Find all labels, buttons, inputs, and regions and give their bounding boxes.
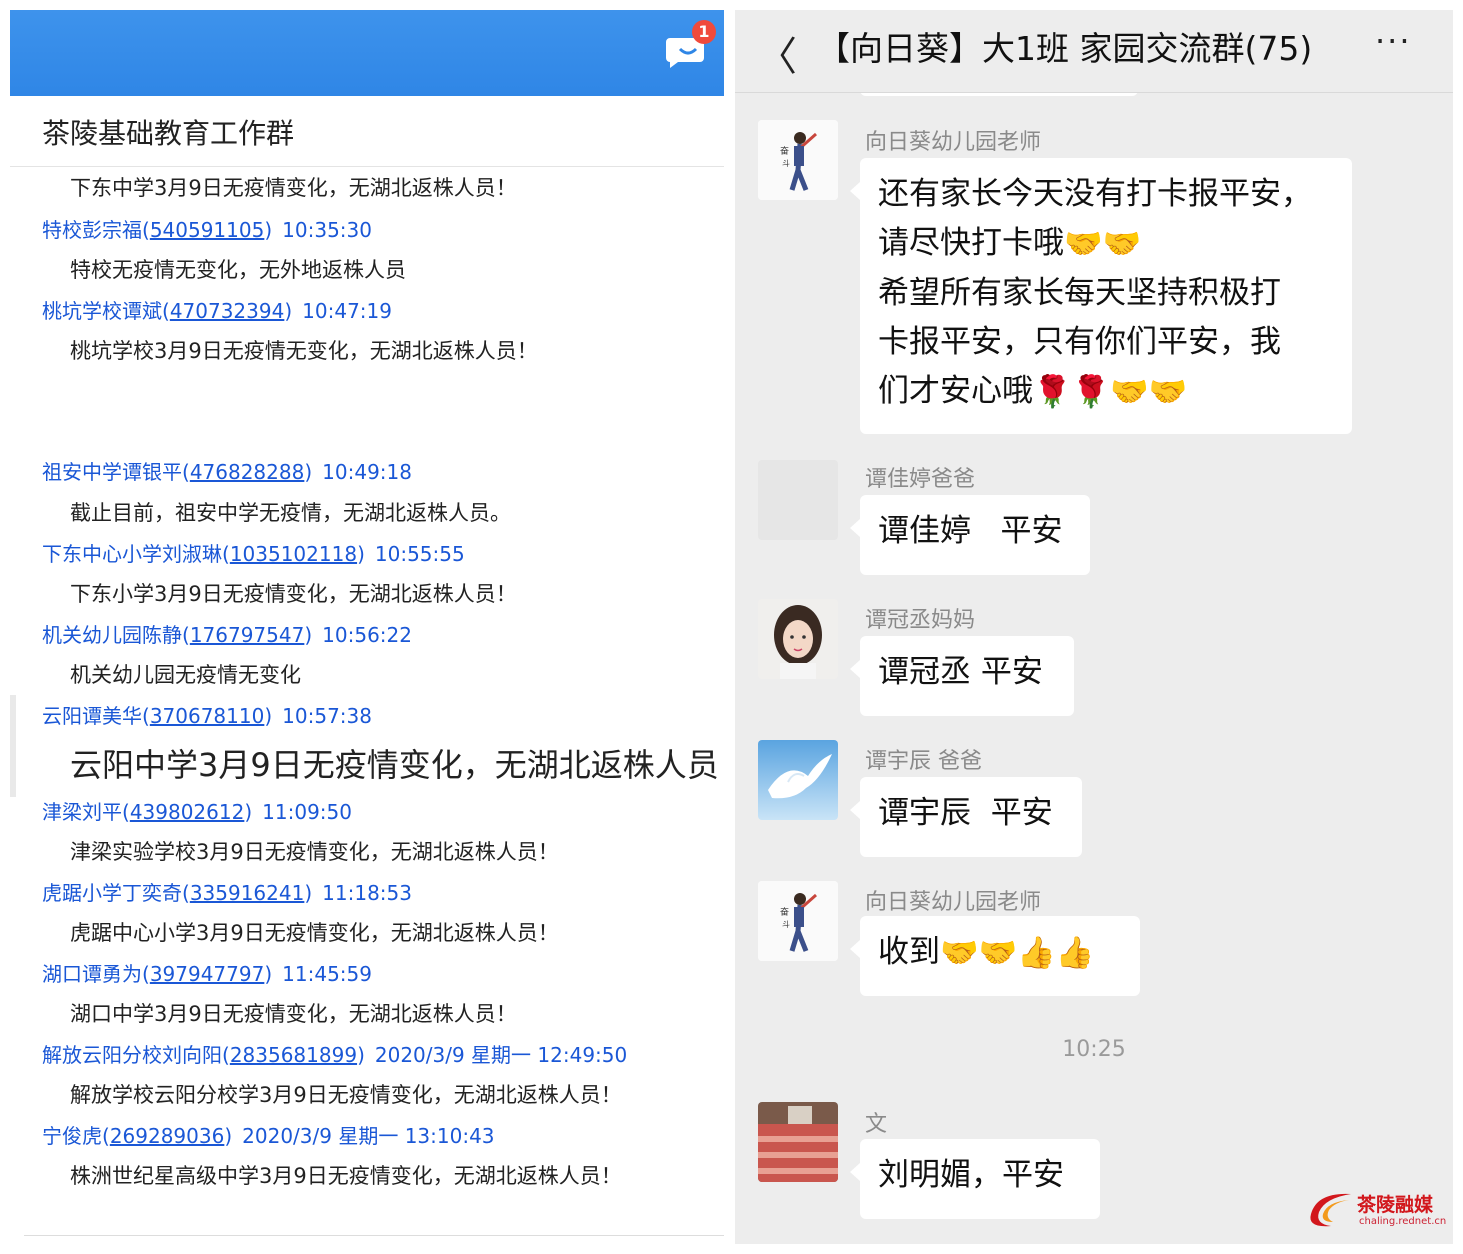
message-content: 湖口中学3月9日无疫情变化，无湖北返株人员！ <box>70 1002 517 1026</box>
message-bubble[interactable]: 刘明媚，平安 <box>850 1139 1100 1219</box>
svg-text:奋: 奋 <box>780 145 789 157</box>
message-text: 谭宇辰 平安 <box>878 795 1053 831</box>
sender-nickname: 向日葵幼儿园老师 <box>865 130 1042 155</box>
message-sender[interactable]: 云阳谭美华(370678110) 10:57:38 <box>42 700 372 729</box>
chat-header: 〈 【向日葵】大1班 家园交流群(75) ··· <box>735 10 1453 92</box>
message-text: 收到🤝🤝👍👍 <box>878 928 1122 978</box>
svg-text:斗: 斗 <box>782 920 790 929</box>
message-content: 解放学校云阳分校学3月9日无疫情变化，无湖北返株人员！ <box>70 1083 622 1107</box>
watermark-title: 茶陵融媒 <box>1357 1194 1434 1216</box>
message-content: 津梁实验学校3月9日无疫情变化，无湖北返株人员！ <box>70 840 559 864</box>
avatar[interactable]: 奋 斗 <box>758 881 838 961</box>
message-sender[interactable]: 解放云阳分校刘向阳(2835681899) 2020/3/9 星期一 12:49:… <box>42 1039 627 1068</box>
dove-avatar-icon <box>758 740 838 820</box>
wechat-chat-panel: 〈 【向日葵】大1班 家园交流群(75) ··· 奋 斗 向日葵幼儿园老师 还有… <box>735 10 1453 1244</box>
watermark-url: chaling.rednet.cn <box>1359 1216 1447 1227</box>
rose-emoji-icon: 🌹 <box>1071 374 1111 410</box>
handshake-emoji-icon: 🤝 <box>1102 226 1142 262</box>
message-content: 截止目前，祖安中学无疫情，无湖北返株人员。 <box>70 501 511 525</box>
message-sender[interactable]: 湖口谭勇为(397947797) 11:45:59 <box>42 958 372 987</box>
message-sender[interactable]: 祖安中学谭银平(476828288) 10:49:18 <box>42 456 412 485</box>
handshake-emoji-icon: 🤝 <box>1064 226 1103 262</box>
message-line: 卡报平安，只有你们平安，我 <box>878 324 1281 360</box>
thumbs-up-emoji-icon: 👍 <box>1017 935 1056 971</box>
unread-badge: 1 <box>692 20 716 44</box>
message-text: 刘明媚，平安 <box>878 1157 1064 1193</box>
avatar[interactable]: 奋 斗 <box>758 120 838 200</box>
message-content: 特校无疫情无变化，无外地返株人员 <box>70 258 406 282</box>
more-options-icon[interactable]: ··· <box>1375 22 1412 60</box>
sender-nickname: 谭冠丞妈妈 <box>865 608 976 633</box>
handshake-emoji-icon: 🤝 <box>1110 374 1149 410</box>
message-content: 虎踞中心小学3月9日无疫情变化，无湖北返株人员！ <box>70 921 559 945</box>
group-title: 茶陵基础教育工作群 <box>42 117 295 150</box>
message-content: 株洲世纪星高级中学3月9日无疫情变化，无湖北返株人员！ <box>70 1164 622 1188</box>
dancer-avatar-icon: 奋 斗 <box>758 120 838 200</box>
message-sender[interactable]: 机关幼儿园陈静(176797547) 10:56:22 <box>42 619 412 648</box>
sender-nickname: 向日葵幼儿园老师 <box>865 890 1042 915</box>
girl-portrait-avatar-icon <box>758 599 838 679</box>
message-bubble[interactable]: 收到🤝🤝👍👍 <box>850 916 1140 996</box>
dancer-avatar-icon: 奋 斗 <box>758 881 838 961</box>
handshake-emoji-icon: 🤝 <box>1148 374 1188 410</box>
message-sender[interactable]: 特校彭宗福(540591105) 10:35:30 <box>42 214 372 243</box>
handshake-emoji-icon: 🤝 <box>940 935 979 971</box>
avatar[interactable] <box>758 740 838 820</box>
message-sender[interactable]: 津梁刘平(439802612) 11:09:50 <box>42 796 352 825</box>
message-bubble[interactable]: 谭宇辰 平安 <box>850 777 1082 857</box>
scrollbar[interactable] <box>10 695 16 797</box>
message-text: 谭佳婷 平安 <box>878 513 1063 549</box>
avatar[interactable] <box>758 599 838 679</box>
message-line: 希望所有家长每天坚持积极打 <box>878 275 1281 311</box>
message-content: 桃坑学校3月9日无疫情无变化，无湖北返株人员！ <box>70 339 538 363</box>
divider <box>24 1235 724 1236</box>
chaling-media-logo: 茶陵融媒 chaling.rednet.cn <box>1305 1188 1447 1232</box>
message-content: 云阳中学3月9日无疫情变化，无湖北返株人员！ <box>70 746 724 784</box>
sender-nickname: 谭宇辰 爸爸 <box>865 749 982 774</box>
message-content: 机关幼儿园无疫情无变化 <box>70 663 301 687</box>
thumbs-up-emoji-icon: 👍 <box>1055 935 1095 971</box>
rose-emoji-icon: 🌹 <box>1033 374 1072 410</box>
message-bubble[interactable]: 谭佳婷 平安 <box>850 495 1090 575</box>
chat-timestamp: 10:25 <box>1062 1037 1126 1062</box>
svg-text:奋: 奋 <box>780 906 789 918</box>
message-sender[interactable]: 宁俊虎(269289036) 2020/3/9 星期一 13:10:43 <box>42 1120 495 1149</box>
message-sender[interactable]: 虎踞小学丁奕奇(335916241) 11:18:53 <box>42 877 412 906</box>
sender-nickname: 谭佳婷爸爸 <box>865 467 976 492</box>
swoosh-logo-icon <box>1310 1193 1351 1227</box>
message-line: 请尽快打卡哦🤝🤝 <box>878 219 1334 269</box>
message-line: 们才安心哦🌹🌹🤝🤝 <box>878 367 1334 417</box>
message-content: 下东中学3月9日无疫情变化，无湖北返株人员！ <box>70 176 517 200</box>
avatar[interactable] <box>758 460 838 540</box>
qq-group-panel: 1 茶陵基础教育工作群 下东中学3月9日无疫情变化，无湖北返株人员！ 特校彭宗福… <box>10 10 724 1244</box>
avatar[interactable] <box>758 1102 838 1182</box>
divider <box>735 92 1453 93</box>
message-line: 还有家长今天没有打卡报平安， <box>878 176 1312 212</box>
message-bubble[interactable]: 谭冠丞 平安 <box>850 636 1074 716</box>
message-bubble[interactable]: 还有家长今天没有打卡报平安， 请尽快打卡哦🤝🤝 希望所有家长每天坚持积极打 卡报… <box>850 158 1352 434</box>
back-arrow-icon[interactable]: 〈 <box>757 24 797 82</box>
chat-title: 【向日葵】大1班 家园交流群(75) <box>817 29 1313 68</box>
message-sender[interactable]: 桃坑学校谭斌(470732394) 10:47:19 <box>42 295 392 324</box>
message-content: 下东小学3月9日无疫情变化，无湖北返株人员！ <box>70 582 517 606</box>
top-bar: 1 <box>10 10 724 96</box>
message-text: 谭冠丞 平安 <box>878 654 1043 690</box>
message-sender[interactable]: 下东中心小学刘淑琳(1035102118) 10:55:55 <box>42 538 465 567</box>
sender-nickname: 文 <box>865 1112 888 1137</box>
money-stack-avatar-icon <box>758 1102 838 1182</box>
svg-text:斗: 斗 <box>782 159 790 168</box>
divider <box>10 166 724 167</box>
handshake-emoji-icon: 🤝 <box>978 935 1018 971</box>
